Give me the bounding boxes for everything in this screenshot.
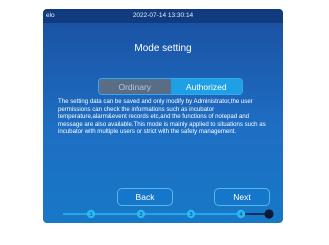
page-title: Mode setting — [134, 43, 192, 54]
mode-description: The setting data can be saved and only m… — [58, 98, 266, 136]
step-dot — [136, 209, 146, 219]
step-dot — [186, 209, 196, 219]
mode-ordinary-button[interactable]: Ordinary — [99, 79, 171, 94]
step-dot — [86, 209, 96, 219]
step-2: 2 — [136, 209, 146, 219]
status-bar: elo 2022-07-14 13:30:14 — [43, 9, 283, 23]
device-screen: elo 2022-07-14 13:30:14 Mode setting Ord… — [43, 9, 283, 223]
status-datetime: 2022-07-14 13:30:14 — [132, 12, 194, 19]
back-button[interactable]: Back — [117, 188, 173, 206]
step-4: 4 — [236, 209, 246, 219]
mode-toggle: Ordinary Authorized — [98, 78, 243, 95]
step-1: 1 — [86, 209, 96, 219]
step-label: 4 — [239, 212, 242, 218]
step-dot-current — [264, 209, 274, 219]
mode-authorized-button[interactable]: Authorized — [170, 79, 242, 94]
step-label: 3 — [189, 212, 192, 218]
step-3: 3 — [186, 209, 196, 219]
step-5-current — [264, 209, 274, 219]
step-label: 1 — [89, 212, 92, 218]
step-dot — [236, 209, 246, 219]
step-label: 2 — [139, 212, 142, 218]
next-button[interactable]: Next — [214, 188, 270, 206]
